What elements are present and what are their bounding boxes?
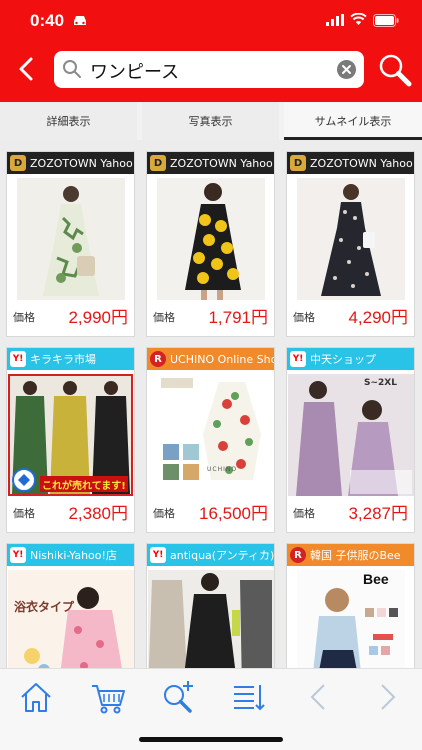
search-button[interactable] (376, 51, 414, 89)
product-card[interactable]: Y! 中天ショップ S~2XL 価格 3,287円 (286, 347, 415, 533)
tab-label: 詳細表示 (46, 115, 91, 128)
product-card[interactable]: Y! キラキラ市場 これが売れてます! 価格 2,380円 (6, 347, 135, 533)
product-photo[interactable] (157, 178, 265, 300)
zozotown-badge-icon: D (290, 155, 306, 171)
price-value: 2,990円 (68, 308, 128, 327)
home-indicator (139, 737, 283, 742)
yahoo-badge-icon: Y! (290, 351, 306, 367)
shop-name: antiqua(アンティカ) (170, 549, 274, 562)
product-card[interactable]: Y! Nishiki-Yahoo!店 浴衣タイプ (6, 543, 135, 668)
yukata-photo (8, 570, 134, 668)
product-photo[interactable] (297, 178, 405, 300)
prev-chevron-icon[interactable] (298, 677, 338, 717)
shop-header: Y! 中天ショップ (287, 348, 414, 370)
shop-header: D ZOZOTOWN Yahoo!店 (287, 152, 414, 174)
price-label: 価格 (13, 311, 35, 324)
sort-list-icon[interactable] (228, 677, 268, 717)
shop-name: ZOZOTOWN Yahoo!店 (30, 157, 134, 170)
product-photo[interactable]: 浴衣タイプ (8, 570, 134, 668)
product-card[interactable]: D ZOZOTOWN Yahoo!店 価格 1,791円 (146, 151, 275, 337)
dress-photo (288, 374, 414, 496)
wifi-icon (350, 13, 367, 25)
shop-header: D ZOZOTOWN Yahoo!店 (7, 152, 134, 174)
product-photo[interactable]: S~2XL (288, 374, 414, 496)
dress-photo (297, 178, 405, 300)
product-card[interactable]: D ZOZOTOWN Yahoo!店 価格 2,990円 (6, 151, 135, 337)
shop-header: Y! キラキラ市場 (7, 348, 134, 370)
tab-label: 写真表示 (188, 115, 233, 128)
rakuten-badge-icon: R (150, 351, 166, 367)
product-photo[interactable]: Bee (297, 570, 405, 668)
price-label: 価格 (13, 507, 35, 520)
price-label: 価格 (293, 311, 315, 324)
photo-caption: 浴衣タイプ (14, 600, 75, 614)
shop-header: R UCHINO Online Shop (147, 348, 274, 370)
shop-name: 韓国 子供服のBee (310, 549, 401, 562)
shop-name: ZOZOTOWN Yahoo!店 (170, 157, 274, 170)
home-icon[interactable] (16, 677, 56, 717)
tab-detail-view[interactable]: 詳細表示 (0, 102, 137, 140)
cart-icon[interactable] (88, 677, 128, 717)
price-value: 1,791円 (208, 308, 268, 327)
status-time: 0:40 (30, 11, 65, 30)
zozotown-badge-icon: D (10, 155, 26, 171)
product-card[interactable]: D ZOZOTOWN Yahoo!店 価格 4,290円 (286, 151, 415, 337)
photo-caption: S~2XL (364, 378, 397, 388)
shop-name: Nishiki-Yahoo!店 (30, 549, 117, 562)
product-card[interactable]: Y! antiqua(アンティカ) (146, 543, 275, 668)
tab-thumbnail-view[interactable]: サムネイル表示 (284, 102, 422, 140)
zozotown-badge-icon: D (150, 155, 166, 171)
car-icon (74, 16, 86, 25)
price-label: 価格 (293, 507, 315, 520)
product-grid: D ZOZOTOWN Yahoo!店 価格 2,990円 D ZOZOTOWN … (0, 140, 422, 668)
tab-label: サムネイル表示 (314, 115, 392, 128)
photo-caption: これが売れてます! (42, 481, 126, 492)
shop-header: D ZOZOTOWN Yahoo!店 (147, 152, 274, 174)
product-photo[interactable]: これが売れてます! (8, 374, 133, 496)
rakuten-badge-icon: R (290, 547, 306, 563)
clear-search-button[interactable] (337, 60, 356, 79)
price-value: 16,500円 (199, 504, 268, 523)
status-bar: 0:40 (0, 0, 422, 44)
view-mode-tabs: 詳細表示 写真表示 サムネイル表示 (0, 102, 422, 140)
shop-header: R 韓国 子供服のBee (287, 544, 414, 566)
dress-photo (148, 570, 274, 668)
close-icon (342, 65, 351, 74)
price-label: 価格 (153, 311, 175, 324)
search-input[interactable]: ワンピース (54, 51, 364, 88)
price-value: 2,380円 (68, 504, 128, 523)
dress-photo (17, 178, 125, 300)
shop-name: UCHINO Online Shop (170, 352, 274, 366)
photo-caption: Bee (363, 571, 389, 587)
photo-caption: UCHINO (207, 466, 238, 473)
search-query: ワンピース (90, 62, 180, 83)
yahoo-badge-icon: Y! (10, 547, 26, 563)
product-card[interactable]: R UCHINO Online Shop UCHINO 価格 16,500円 (146, 347, 275, 533)
app-header: 0:40 ワンピース (0, 0, 422, 102)
next-chevron-icon[interactable] (368, 677, 408, 717)
battery-icon (373, 14, 399, 27)
shop-name: キラキラ市場 (30, 353, 96, 366)
dress-photo (157, 178, 265, 300)
yahoo-badge-icon: Y! (150, 547, 166, 563)
add-search-icon[interactable] (158, 677, 198, 717)
search-icon (63, 60, 81, 78)
shop-header: Y! Nishiki-Yahoo!店 (7, 544, 134, 566)
tab-photo-view[interactable]: 写真表示 (142, 102, 279, 140)
product-photo[interactable] (17, 178, 125, 300)
shop-header: Y! antiqua(アンティカ) (147, 544, 274, 566)
product-photo[interactable] (148, 570, 274, 668)
product-photo[interactable]: UCHINO (157, 374, 265, 496)
yahoo-badge-icon: Y! (10, 351, 26, 367)
price-value: 4,290円 (348, 308, 408, 327)
back-chevron-icon[interactable] (10, 52, 44, 86)
price-value: 3,287円 (348, 504, 408, 523)
shop-name: 中天ショップ (310, 353, 376, 366)
shop-name: ZOZOTOWN Yahoo!店 (310, 157, 414, 170)
price-label: 価格 (153, 507, 175, 520)
dress-photo (157, 374, 265, 496)
signal-icon (326, 14, 344, 26)
product-card[interactable]: R 韓国 子供服のBee Bee (286, 543, 415, 668)
